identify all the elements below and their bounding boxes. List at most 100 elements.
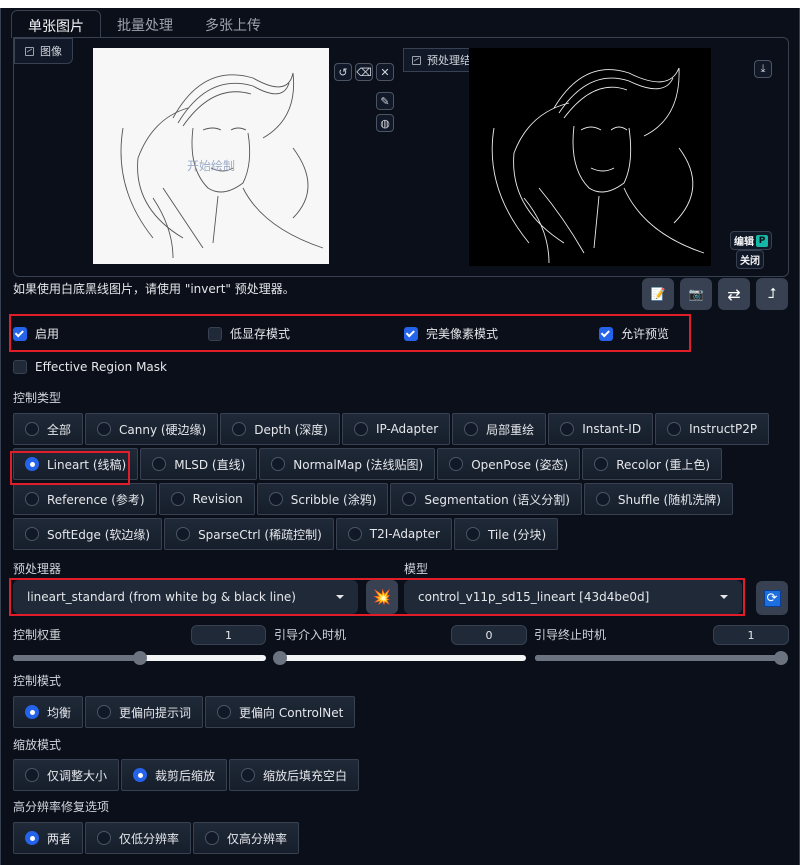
effective-region-mask-label: Effective Region Mask [35,360,167,374]
radio-option[interactable]: 仅调整大小 [13,759,120,791]
camera-button[interactable]: 📷 [680,278,712,310]
radio-label: SparseCtrl (稀疏控制) [198,527,322,542]
radio-option[interactable]: 裁剪后缩放 [121,759,228,791]
eraser-button[interactable]: ⌫ [355,63,373,81]
radio-label: 仅高分辨率 [227,831,288,846]
control-weight-label: 控制权重 [13,628,62,642]
swap-button[interactable]: ⇄ [718,278,750,310]
start-step-input[interactable]: 0 [451,625,527,645]
refresh-icon: ⟳ [763,589,781,607]
radio-option[interactable]: Canny (硬边缘) [85,413,219,445]
radio-option[interactable]: 更偏向提示词 [85,696,204,728]
radio-icon [133,768,148,782]
clear-button[interactable]: ✕ [376,63,394,81]
radio-icon [152,457,167,471]
radio-label: 全部 [47,422,72,437]
refresh-models-button[interactable]: ⟳ [756,581,788,615]
radio-option[interactable]: Tile (分块) [453,518,559,550]
radio-option[interactable]: Shuffle (随机洗牌) [583,483,733,515]
image-source-tabs: 单张图片 批量处理 多张上传 [11,10,277,38]
tab-single-image[interactable]: 单张图片 [11,10,101,38]
effective-region-mask-checkbox[interactable]: Effective Region Mask [13,360,167,374]
tab-multi-upload[interactable]: 多张上传 [189,10,277,38]
sketch-image [120,72,324,259]
send-dimensions-button[interactable]: ⮥ [756,278,788,310]
control-weight-input[interactable]: 1 [191,625,266,645]
run-preprocessor-button[interactable]: 💥 [366,580,398,614]
radio-label: Instant-ID [582,422,642,436]
radio-option[interactable]: Scribble (涂鸦) [256,483,389,515]
slider-thumb[interactable] [273,651,287,665]
input-image-canvas[interactable] [93,48,329,264]
slider-thumb[interactable] [132,651,147,665]
radio-icon [595,492,610,506]
radio-option[interactable]: OpenPose (姿态) [437,448,581,480]
radio-option[interactable]: Reference (参考) [13,483,157,515]
radio-icon [205,831,220,845]
radio-option[interactable]: NormalMap (法线贴图) [259,448,436,480]
start-step-slider[interactable] [273,651,526,665]
radio-option[interactable]: IP-Adapter [341,413,451,445]
radio-label: 局部重绘 [486,422,535,437]
radio-option[interactable]: SoftEdge (软边缘) [13,518,163,550]
radio-label: MLSD (直线) [174,457,246,472]
slider-fill [535,655,781,661]
image-label: 图像 [14,38,73,64]
radio-option[interactable]: Lineart (线稿) [13,448,139,480]
radio-option[interactable]: 全部 [13,413,84,445]
image-icon [412,55,421,65]
radio-label: 更偏向 ControlNet [239,705,344,720]
notepad-button[interactable]: 📝 [642,278,674,310]
radio-option[interactable]: Revision [158,483,255,515]
slider-thumb[interactable] [774,651,788,665]
top-strip [0,0,800,8]
enable-checkbox[interactable]: 启用 [13,325,59,342]
control-type-label: 控制类型 [13,391,62,405]
radio-icon [449,457,464,471]
end-step-slider[interactable] [535,651,788,665]
low-vram-checkbox[interactable]: 低显存模式 [208,325,290,342]
radio-option[interactable]: 缩放后填充空白 [229,759,360,791]
radio-label: Scribble (涂鸦) [290,492,377,507]
hires-fix-label: 高分辨率修复选项 [13,800,110,814]
checkbox-icon [599,326,613,341]
radio-option[interactable]: SparseCtrl (稀疏控制) [164,518,334,550]
model-value: control_v11p_sd15_lineart [43d4be0d] [418,590,650,604]
radio-option[interactable]: InstructP2P [655,413,770,445]
end-step-input[interactable]: 1 [713,625,789,645]
radio-option[interactable]: 两者 [13,822,84,854]
brush-button[interactable]: ✎ [376,92,394,110]
radio-option[interactable]: 仅低分辨率 [85,822,192,854]
radio-option[interactable]: 仅高分辨率 [193,822,300,854]
pixel-perfect-checkbox[interactable]: 完美像素模式 [404,325,498,342]
undo-button[interactable]: ↺ [334,63,352,81]
radio-option[interactable]: T2I-Adapter [335,518,452,550]
radio-icon [560,422,575,436]
preprocessor-dropdown[interactable]: lineart_standard (from white bg & black … [13,580,358,614]
edit-button[interactable]: 编辑 P [730,231,772,250]
radio-option[interactable]: Segmentation (语义分割) [390,483,582,515]
download-button[interactable]: ⤓ [754,60,772,78]
palette-icon: ◍ [380,116,390,130]
model-dropdown[interactable]: control_v11p_sd15_lineart [43d4be0d] [404,580,742,614]
color-button[interactable]: ◍ [376,114,394,132]
control-weight-slider[interactable] [13,651,266,665]
radio-option[interactable]: Depth (深度) [220,413,340,445]
radio-label: 更偏向提示词 [119,705,192,720]
tab-batch[interactable]: 批量处理 [101,10,189,38]
radio-icon [347,527,362,541]
controlnet-panel: 单张图片 批量处理 多张上传 图像 开始绘制 ↺ ⌫ ✕ ✎ ◍ 预处理结果预览… [0,8,800,865]
allow-preview-checkbox[interactable]: 允许预览 [599,325,669,342]
radio-option[interactable]: 局部重绘 [452,413,547,445]
radio-icon [271,457,286,471]
close-preview-button[interactable]: 关闭 [736,250,764,269]
preprocessor-value: lineart_standard (from white bg & black … [27,590,296,604]
radio-option[interactable]: Recolor (重上色) [582,448,723,480]
radio-option[interactable]: Instant-ID [548,413,654,445]
control-mode-group: 均衡 更偏向提示词 更偏向 ControlNet [13,696,773,731]
radio-option[interactable]: MLSD (直线) [140,448,258,480]
radio-option[interactable]: 更偏向 ControlNet [205,696,356,728]
explosion-icon: 💥 [372,588,392,606]
radio-label: Lineart (线稿) [47,457,127,472]
radio-option[interactable]: 均衡 [13,696,84,728]
